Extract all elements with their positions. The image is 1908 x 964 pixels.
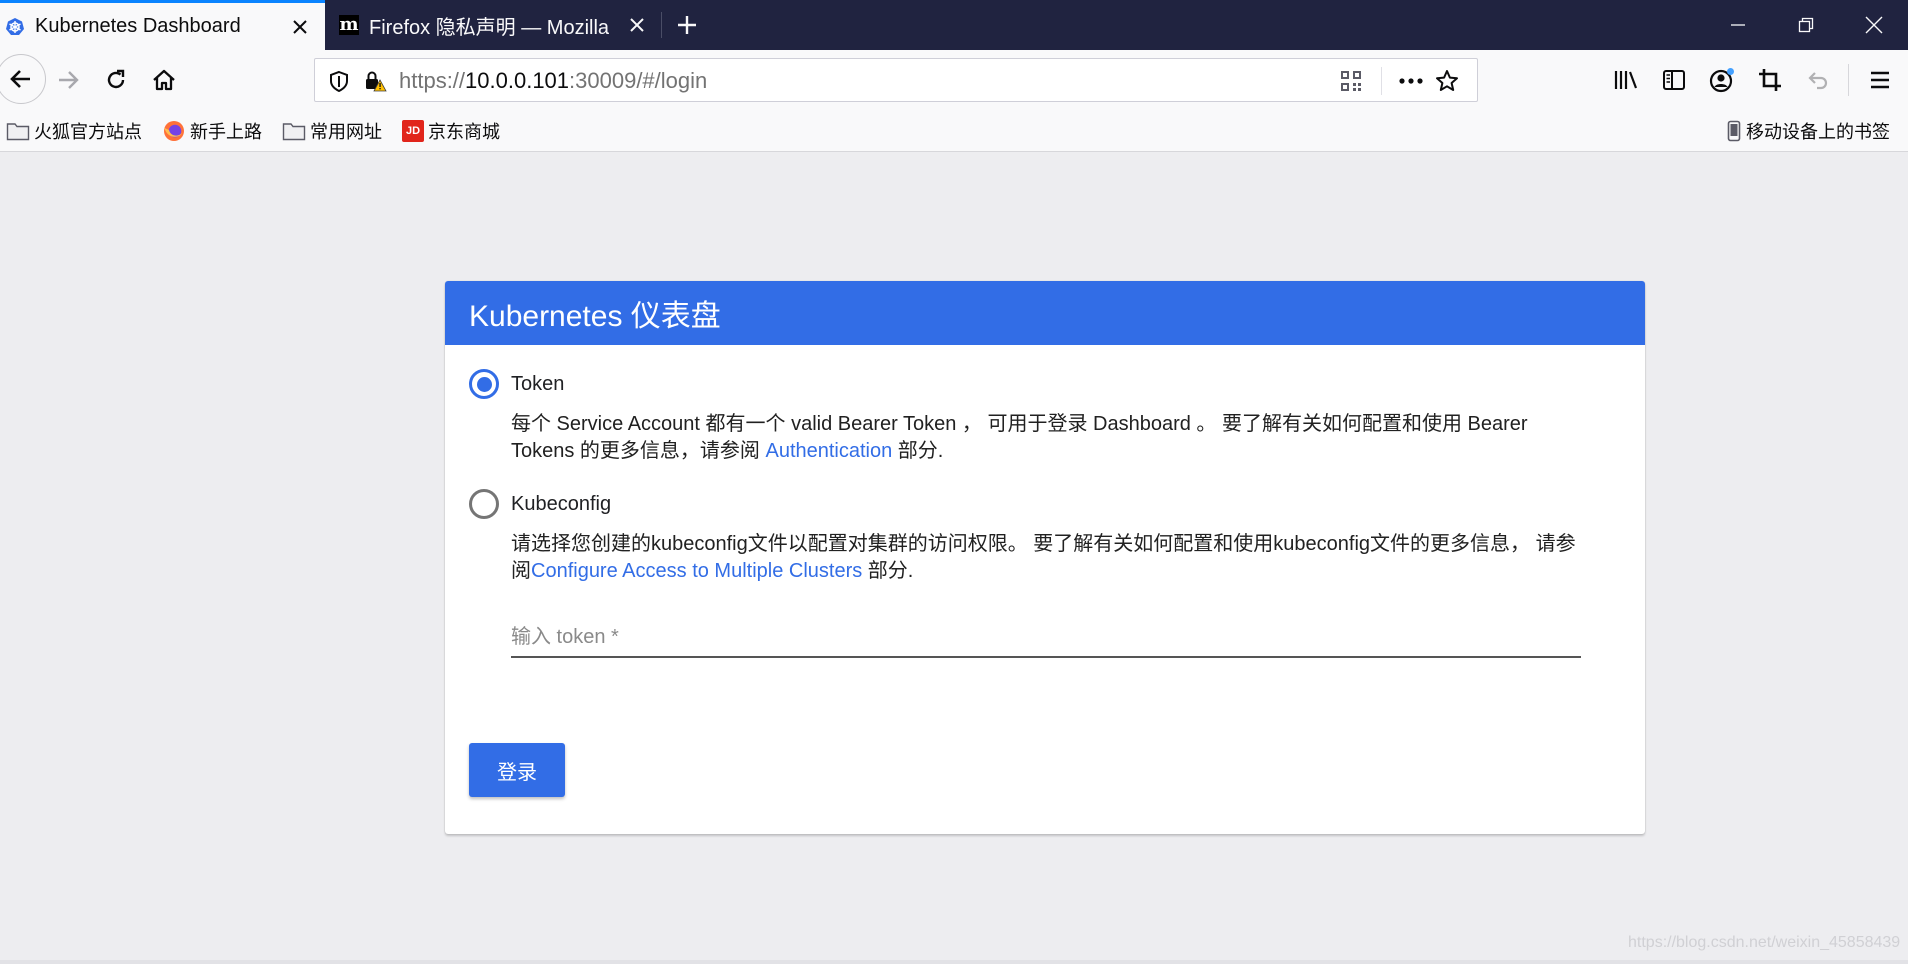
back-button[interactable] [0,54,46,104]
kubeconfig-description: 请选择您创建的kubeconfig文件以配置对集群的访问权限。 要了解有关如何配… [511,531,1591,585]
close-icon [1865,16,1883,34]
close-window-button[interactable] [1840,0,1908,50]
url-path: :30009/#/login [569,68,708,93]
close-tab-icon[interactable] [285,12,315,42]
token-option[interactable]: Token [469,369,564,399]
tab-firefox-privacy[interactable]: m Firefox 隐私声明 — Mozilla [325,0,662,50]
tab-title: Kubernetes Dashboard [35,15,241,37]
back-arrow-icon [10,70,30,88]
restore-icon [1798,17,1814,33]
menu-button[interactable] [1860,60,1900,100]
undo-icon [1808,72,1828,90]
tab-title: Firefox 隐私声明 — Mozilla [369,16,610,39]
reload-icon [107,69,125,89]
reload-button[interactable] [96,60,136,100]
page-actions-icon[interactable] [1395,65,1427,97]
radio-selected-dot [476,376,492,392]
new-tab-button[interactable] [670,8,704,42]
login-card: Kubernetes 仪表盘 Token 每个 Service Account … [445,281,1645,834]
bookmark-firefox-official[interactable]: 火狐官方站点 [6,118,142,144]
url-text[interactable]: https://10.0.0.101:30009/#/login [399,68,707,94]
toolbar-separator [1848,64,1849,96]
kubeconfig-radio[interactable] [469,489,499,519]
configure-access-link[interactable]: Configure Access to Multiple Clusters [531,560,862,582]
screenshot-button[interactable] [1750,60,1790,100]
bookmark-star-icon[interactable] [1431,65,1463,97]
account-icon [1709,68,1734,93]
account-button[interactable] [1702,60,1742,100]
kubeconfig-description-suffix: 部分. [862,560,914,582]
sidebar-button[interactable] [1654,60,1694,100]
bookmark-common-sites[interactable]: 常用网址 [282,118,382,144]
mobile-bookmarks[interactable]: 移动设备上的书签 [1726,118,1890,144]
signin-button[interactable]: 登录 [469,743,565,797]
firefox-icon [162,120,186,142]
close-tab-icon[interactable] [622,10,652,40]
page-title: Kubernetes 仪表盘 [469,300,721,333]
library-button[interactable] [1606,60,1646,100]
tab-kubernetes-dashboard[interactable]: Kubernetes Dashboard [0,0,325,50]
login-card-header: Kubernetes 仪表盘 [445,281,1645,345]
sidebar-icon [1663,70,1685,90]
bookmark-label: 常用网址 [310,122,382,142]
qr-code-icon[interactable] [1335,65,1367,97]
jd-letters: JD [405,125,421,137]
folder-icon [282,120,306,142]
forward-button[interactable] [48,60,88,100]
plus-icon [678,16,696,34]
mozilla-letter: m [339,14,359,35]
url-scheme: https:// [399,68,466,93]
token-option-label: Token [511,372,565,395]
forward-arrow-icon [59,71,79,89]
hamburger-menu-icon [1871,71,1889,89]
url-bar[interactable]: https://10.0.0.101:30009/#/login [314,58,1478,102]
tab-strip: Kubernetes Dashboard m Firefox 隐私声明 — Mo… [0,0,1908,50]
kubeconfig-option[interactable]: Kubeconfig [469,489,611,519]
kubernetes-icon [5,17,25,37]
token-radio[interactable] [469,369,499,399]
url-bar-separator [1381,67,1382,95]
jd-icon: JD [402,120,424,142]
mozilla-icon: m [339,15,359,35]
home-icon [153,69,175,91]
insecure-lock-icon[interactable] [359,65,391,97]
kubeconfig-option-label: Kubeconfig [511,492,612,515]
authentication-link[interactable]: Authentication [765,440,892,462]
folder-icon [6,120,30,142]
bookmark-getting-started[interactable]: 新手上路 [162,118,262,144]
token-description: 每个 Service Account 都有一个 valid Bearer Tok… [511,411,1591,465]
bookmark-jd-mall[interactable]: JD 京东商城 [402,118,500,144]
library-icon [1614,71,1638,89]
bookmark-label: 京东商城 [428,122,500,142]
watermark-text: https://blog.csdn.net/weixin_45858439 [1628,934,1901,951]
crop-icon [1759,69,1781,91]
token-description-text: 每个 Service Account 都有一个 valid Bearer Tok… [511,413,1528,462]
bookmarks-toolbar: 火狐官方站点 新手上路 常用网址 JD 京东商城 移动设备上的书签 [0,110,1908,152]
restore-button[interactable] [1772,0,1840,50]
navigation-toolbar: https://10.0.0.101:30009/#/login [0,50,1908,110]
bookmark-label: 火狐官方站点 [34,122,142,142]
bottom-divider [0,960,1908,964]
bookmark-label: 新手上路 [190,122,262,142]
token-input[interactable] [511,618,1581,658]
undo-button[interactable] [1798,60,1838,100]
minimize-icon [1731,24,1745,26]
mobile-device-icon [1726,120,1742,142]
minimize-button[interactable] [1704,0,1772,50]
url-host: 10.0.0.101 [465,68,570,93]
mobile-bookmarks-label: 移动设备上的书签 [1746,122,1890,142]
home-button[interactable] [144,60,184,100]
token-description-suffix: 部分. [892,440,944,462]
tracking-shield-icon[interactable] [323,65,355,97]
